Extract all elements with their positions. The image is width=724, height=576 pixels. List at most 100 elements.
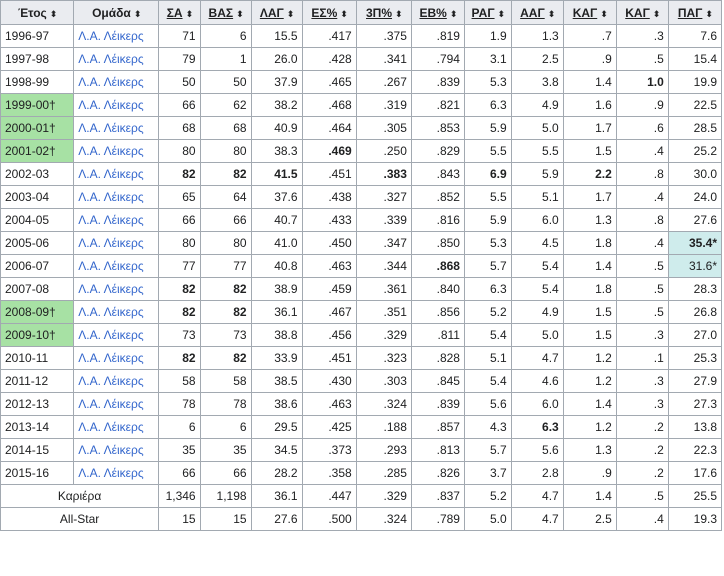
table-row: 1998-99 Λ.Α. Λέικερς 50 50 37.9.465.267.839 5… <box>0 70 723 94</box>
sort-icon[interactable]: ⬍ <box>287 9 294 19</box>
stat-cell-ft: .853 <box>410 116 465 140</box>
stat-cell-ft: .839 <box>410 70 465 94</box>
stat-cell-gp: 6 <box>158 415 201 439</box>
sort-icon[interactable]: ⬍ <box>186 9 193 19</box>
season-cell: 2004-05 <box>0 208 75 232</box>
team-cell: Λ.Α. Λέικερς <box>73 461 160 485</box>
column-header-ft[interactable]: ΕΒ% ⬍ <box>410 0 465 25</box>
total-cell-p3: .324 <box>355 507 412 531</box>
team-cell: Λ.Α. Λέικερς <box>73 139 160 163</box>
team-link[interactable]: Λ.Α. Λέικερς <box>78 29 143 43</box>
team-link[interactable]: Λ.Α. Λέικερς <box>78 52 143 66</box>
column-header-fg[interactable]: ΕΣ% ⬍ <box>301 0 357 25</box>
total-cell-ppg: 19.3 <box>667 507 723 531</box>
team-link[interactable]: Λ.Α. Λέικερς <box>78 374 143 388</box>
column-header-label: 3Π% <box>366 5 393 20</box>
season-cell: 2005-06 <box>0 231 75 255</box>
stat-cell-apg: 6.0 <box>510 392 564 416</box>
table-row: 2012-13 Λ.Α. Λέικερς 78 78 38.6.463.324.839 5… <box>0 392 723 416</box>
stat-cell-fg: .456 <box>301 323 357 347</box>
stat-cell-spg: 1.5 <box>562 323 617 347</box>
column-header-team[interactable]: Ομάδα ⬍ <box>73 0 160 25</box>
total-cell-rpg: 5.0 <box>463 507 512 531</box>
stat-cell-apg: 4.6 <box>510 369 564 393</box>
total-cell-fg: .447 <box>301 484 357 508</box>
team-link[interactable]: Λ.Α. Λέικερς <box>78 443 143 457</box>
stat-cell-apg: 2.5 <box>510 47 564 71</box>
stat-cell-spg: 1.2 <box>562 415 617 439</box>
team-link[interactable]: Λ.Α. Λέικερς <box>78 98 143 112</box>
column-header-bpg[interactable]: ΚΑΓ ⬍ <box>615 0 669 25</box>
team-link[interactable]: Λ.Α. Λέικερς <box>78 121 143 135</box>
stat-cell-ft: .828 <box>410 346 465 370</box>
stat-cell-ft: .794 <box>410 47 465 71</box>
stat-cell-gp: 78 <box>158 392 201 416</box>
sort-icon[interactable]: ⬍ <box>600 9 607 19</box>
column-header-ppg[interactable]: ΠΑΓ ⬍ <box>667 0 723 25</box>
team-link[interactable]: Λ.Α. Λέικερς <box>78 236 143 250</box>
header-row: Έτος ⬍ Ομάδα ⬍ ΣΑ ⬍ ΒΑΣ ⬍ ΛΑΓ ⬍ ΕΣ% ⬍ 3Π% ⬍ ΕΒ% ⬍ ΡΑΓ ⬍ ΑΑ… <box>0 0 723 25</box>
column-header-gs[interactable]: ΒΑΣ ⬍ <box>199 0 252 25</box>
team-link[interactable]: Λ.Α. Λέικερς <box>78 466 143 480</box>
team-link[interactable]: Λ.Α. Λέικερς <box>78 167 143 181</box>
total-cell-gs: 15 <box>199 507 252 531</box>
team-link[interactable]: Λ.Α. Λέικερς <box>78 259 143 273</box>
sort-icon[interactable]: ⬍ <box>705 9 712 19</box>
stat-cell-fg: .450 <box>301 231 357 255</box>
sort-icon[interactable]: ⬍ <box>340 9 347 19</box>
team-link[interactable]: Λ.Α. Λέικερς <box>78 190 143 204</box>
total-cell-spg: 1.4 <box>562 484 617 508</box>
team-link[interactable]: Λ.Α. Λέικερς <box>78 351 143 365</box>
stat-cell-spg: 1.3 <box>562 208 617 232</box>
team-cell: Λ.Α. Λέικερς <box>73 116 160 140</box>
team-link[interactable]: Λ.Α. Λέικερς <box>78 420 143 434</box>
team-cell: Λ.Α. Λέικερς <box>73 323 160 347</box>
column-header-p3[interactable]: 3Π% ⬍ <box>355 0 412 25</box>
column-header-label: ΒΑΣ <box>208 5 234 20</box>
sort-icon[interactable]: ⬍ <box>450 9 457 19</box>
stat-cell-apg: 4.7 <box>510 346 564 370</box>
sort-icon[interactable]: ⬍ <box>498 9 505 19</box>
stat-cell-apg: 5.5 <box>510 139 564 163</box>
team-link[interactable]: Λ.Α. Λέικερς <box>78 328 143 342</box>
team-link[interactable]: Λ.Α. Λέικερς <box>78 305 143 319</box>
column-header-rpg[interactable]: ΡΑΓ ⬍ <box>463 0 512 25</box>
column-header-spg[interactable]: ΚΑΓ ⬍ <box>562 0 617 25</box>
stat-cell-p3: .361 <box>355 277 412 301</box>
table-header: Έτος ⬍ Ομάδα ⬍ ΣΑ ⬍ ΒΑΣ ⬍ ΛΑΓ ⬍ ΕΣ% ⬍ 3Π% ⬍ ΕΒ% ⬍ ΡΑΓ ⬍ ΑΑ… <box>0 0 723 25</box>
sort-icon[interactable]: ⬍ <box>134 9 141 19</box>
stat-cell-p3: .305 <box>355 116 412 140</box>
stat-cell-ppg: 31.6* <box>667 254 723 278</box>
stat-cell-spg: 1.6 <box>562 93 617 117</box>
sort-icon[interactable]: ⬍ <box>548 9 555 19</box>
stat-cell-spg: 1.8 <box>562 277 617 301</box>
team-link[interactable]: Λ.Α. Λέικερς <box>78 213 143 227</box>
stat-cell-p3: .323 <box>355 346 412 370</box>
totals-row: All-Star 15 15 27.6.500.324.789 5.0 4.7 2.5.4 1… <box>0 507 723 531</box>
stat-cell-ppg: 30.0 <box>667 162 723 186</box>
stat-cell-rpg: 6.3 <box>463 277 512 301</box>
stat-cell-spg: 1.4 <box>562 254 617 278</box>
table-row: 2005-06 Λ.Α. Λέικερς 80 80 41.0.450.347.850 5… <box>0 231 723 255</box>
column-header-mpg[interactable]: ΛΑΓ ⬍ <box>250 0 303 25</box>
stat-cell-ft: .845 <box>410 369 465 393</box>
team-cell: Λ.Α. Λέικερς <box>73 70 160 94</box>
stat-cell-ppg: 15.4 <box>667 47 723 71</box>
column-header-apg[interactable]: ΑΑΓ ⬍ <box>510 0 564 25</box>
team-link[interactable]: Λ.Α. Λέικερς <box>78 282 143 296</box>
sort-icon[interactable]: ⬍ <box>236 9 243 19</box>
stat-cell-spg: 1.5 <box>562 139 617 163</box>
team-link[interactable]: Λ.Α. Λέικερς <box>78 397 143 411</box>
table-row: 1996-97 Λ.Α. Λέικερς 71 6 15.5.417.375.819 1.… <box>0 24 723 48</box>
total-cell-spg: 2.5 <box>562 507 617 531</box>
stat-cell-fg: .451 <box>301 162 357 186</box>
stat-cell-gp: 80 <box>158 231 201 255</box>
column-header-year[interactable]: Έτος ⬍ <box>0 0 75 25</box>
sort-icon[interactable]: ⬍ <box>395 9 402 19</box>
column-header-gp[interactable]: ΣΑ ⬍ <box>158 0 201 25</box>
team-link[interactable]: Λ.Α. Λέικερς <box>78 75 143 89</box>
team-link[interactable]: Λ.Α. Λέικερς <box>78 144 143 158</box>
stat-cell-gp: 58 <box>158 369 201 393</box>
sort-icon[interactable]: ⬍ <box>50 9 57 19</box>
sort-icon[interactable]: ⬍ <box>653 9 660 19</box>
